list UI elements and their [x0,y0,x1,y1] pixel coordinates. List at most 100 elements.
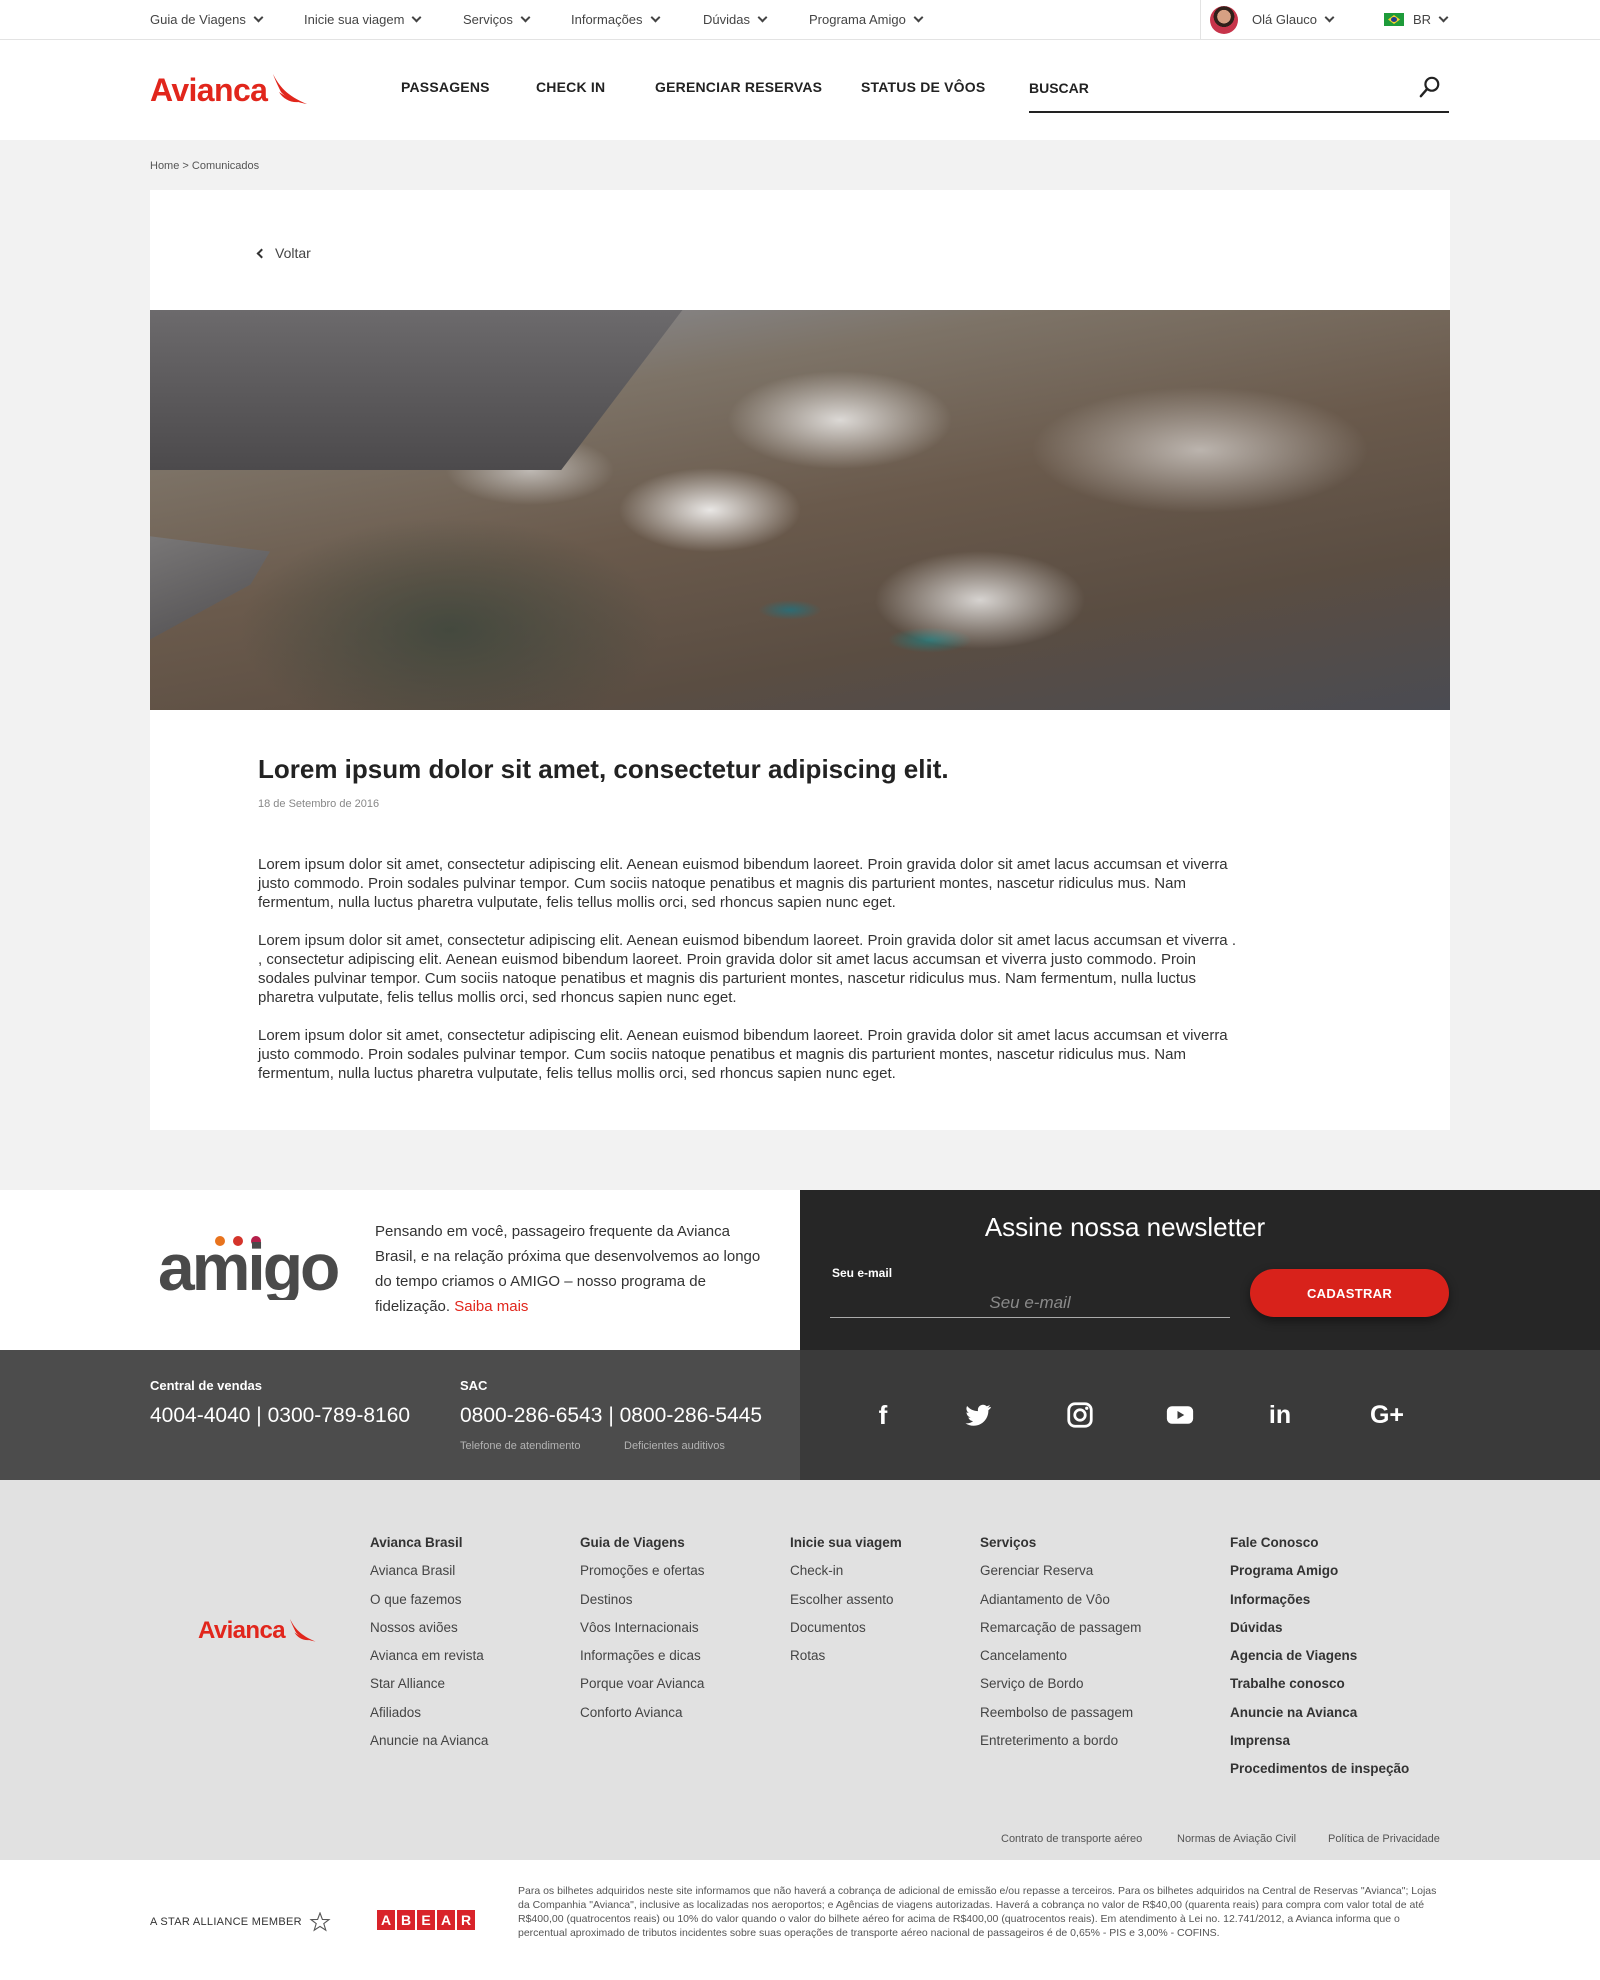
chevron-down-icon [650,12,660,23]
sales-phone[interactable]: 0300-789-8160 [268,1404,410,1427]
bird-logo-icon [289,1619,316,1642]
abear-letter: E [417,1910,435,1930]
language-selector[interactable]: BR [1384,12,1449,27]
newsletter-panel: Assine nossa newsletter Seu e-mail CADAS… [800,1190,1600,1350]
footer-link[interactable]: Entreterimento a bordo [980,1727,1141,1755]
youtube-icon[interactable] [1165,1400,1195,1430]
footer-link[interactable]: Porque voar Avianca [580,1670,705,1698]
user-greeting: Olá Glauco [1252,12,1318,27]
legal-link-privacidade[interactable]: Política de Privacidade [1328,1833,1440,1845]
footer-link[interactable]: Nossos aviões [370,1614,488,1642]
nav-passagens[interactable]: PASSAGENS [401,79,490,95]
util-nav-programa-amigo[interactable]: Programa Amigo [809,12,924,27]
footer-link[interactable]: Escolher assento [790,1586,902,1614]
back-link[interactable]: Voltar [256,245,311,261]
nav-check-in[interactable]: CHECK IN [536,79,605,95]
sac-sub-label: Deficientes auditivos [624,1440,725,1452]
nav-status-de-voos[interactable]: STATUS DE VÔOS [861,79,985,95]
footer-avianca-logo[interactable]: Avianca [198,1616,317,1646]
footer-link[interactable]: Conforto Avianca [580,1699,705,1727]
util-nav-inicie[interactable]: Inicie sua viagem [304,12,422,27]
footer-col-head[interactable]: Fale Conosco [1230,1529,1409,1557]
footer-link[interactable]: Serviço de Bordo [980,1670,1141,1698]
footer-link[interactable]: O que fazemos [370,1586,488,1614]
footer-link[interactable]: Promoções e ofertas [580,1557,705,1585]
footer-link[interactable]: Reembolso de passagem [980,1699,1141,1727]
footer-link[interactable]: Check-in [790,1557,902,1585]
chevron-down-icon [253,12,264,23]
instagram-icon[interactable] [1065,1400,1095,1430]
search-icon[interactable] [1419,75,1441,99]
footer-link[interactable]: Imprensa [1230,1727,1409,1755]
facebook-icon[interactable]: f [868,1400,898,1430]
article-date: 18 de Setembro de 2016 [258,798,380,810]
footer-link[interactable]: Programa Amigo [1230,1557,1409,1585]
footer-link[interactable]: Anuncie na Avianca [1230,1699,1409,1727]
search-bar[interactable]: BUSCAR [1029,68,1449,113]
legal-link-normas[interactable]: Normas de Aviação Civil [1177,1833,1296,1845]
abear-logo[interactable]: A B E A R [377,1910,475,1930]
footer-col-head: Serviços [980,1535,1037,1550]
chevron-down-icon [520,12,531,23]
twitter-icon[interactable] [963,1400,993,1430]
util-nav-label: Programa Amigo [809,12,906,27]
sac-phones: 0800-286-6543 | 0800-286-5445 [460,1404,762,1428]
avatar[interactable] [1210,6,1238,34]
footer-link[interactable]: Afiliados [370,1699,488,1727]
footer-link[interactable]: Rotas [790,1642,902,1670]
nav-gerenciar-reservas[interactable]: GERENCIAR RESERVAS [655,79,822,95]
util-nav-servicos[interactable]: Serviços [463,12,531,27]
amigo-logo[interactable]: amigo [158,1230,363,1300]
footer-link[interactable]: Informações [1230,1586,1409,1614]
back-label: Voltar [275,245,311,261]
util-nav-label: Guia de Viagens [150,12,246,27]
saiba-mais-link[interactable]: Saiba mais [454,1298,528,1315]
star-alliance-badge[interactable]: A STAR ALLIANCE MEMBER [150,1912,332,1932]
footer-link[interactable]: Destinos [580,1586,705,1614]
footer-link[interactable]: Remarcação de passagem [980,1614,1141,1642]
footer-link[interactable]: Trabalhe conosco [1230,1670,1409,1698]
footer-link[interactable]: Anuncie na Avianca [370,1727,488,1755]
breadcrumb[interactable]: Home > Comunicados [150,160,259,172]
util-nav-informacoes[interactable]: Informações [571,12,660,27]
footer-link[interactable]: Cancelamento [980,1642,1141,1670]
footer-col-inicie-sua-viagem: Inicie sua viagem Check-in Escolher asse… [790,1529,902,1670]
sales-phone[interactable]: 4004-4040 [150,1404,250,1427]
google-plus-icon[interactable]: G+ [1365,1400,1409,1430]
footer-link[interactable]: Vôos Internacionais [580,1614,705,1642]
footer-link[interactable]: Adiantamento de Vôo [980,1586,1141,1614]
chevron-down-icon [757,12,768,23]
chevron-down-icon [1324,12,1335,23]
footer-link[interactable]: Dúvidas [1230,1614,1409,1642]
footer-link[interactable]: Gerenciar Reserva [980,1557,1141,1585]
bird-logo-icon [273,74,308,104]
social-bar: f in G+ [800,1350,1600,1480]
util-nav-duvidas[interactable]: Dúvidas [703,12,768,27]
legal-link-contrato[interactable]: Contrato de transporte aéreo [1001,1833,1142,1845]
cadastrar-button[interactable]: CADASTRAR [1250,1269,1449,1317]
user-menu[interactable]: Olá Glauco [1252,12,1335,27]
svg-text:amigo: amigo [158,1230,338,1300]
sac-phone[interactable]: 0800-286-5445 [620,1404,762,1427]
footer-link[interactable]: Avianca Brasil [370,1557,488,1585]
footer-link[interactable]: Procedimentos de inspeção [1230,1755,1409,1783]
util-nav-guia[interactable]: Guia de Viagens [150,12,264,27]
star-alliance-text: A STAR ALLIANCE MEMBER [150,1916,302,1928]
legal-disclaimer: Para os bilhetes adquiridos neste site i… [518,1885,1437,1939]
chevron-down-icon [913,12,924,23]
email-field[interactable] [830,1288,1230,1318]
abear-letter: A [437,1910,455,1930]
linkedin-icon[interactable]: in [1265,1400,1295,1430]
utility-bar: Guia de Viagens Inicie sua viagem Serviç… [0,0,1600,40]
bottom-bar: A STAR ALLIANCE MEMBER A B E A R Para os… [0,1860,1600,1980]
footer-link[interactable]: Avianca em revista [370,1642,488,1670]
footer-link[interactable]: Agencia de Viagens [1230,1642,1409,1670]
sac-phone[interactable]: 0800-286-6543 [460,1404,602,1427]
util-nav-label: Inicie sua viagem [304,12,405,27]
footer-col-head: Guia de Viagens [580,1535,685,1550]
footer-link[interactable]: Documentos [790,1614,902,1642]
footer-col-guia-de-viagens: Guia de Viagens Promoções e ofertas Dest… [580,1529,705,1727]
avianca-logo[interactable]: Avianca [150,70,309,110]
footer-link[interactable]: Star Alliance [370,1670,488,1698]
footer-link[interactable]: Informações e dicas [580,1642,705,1670]
